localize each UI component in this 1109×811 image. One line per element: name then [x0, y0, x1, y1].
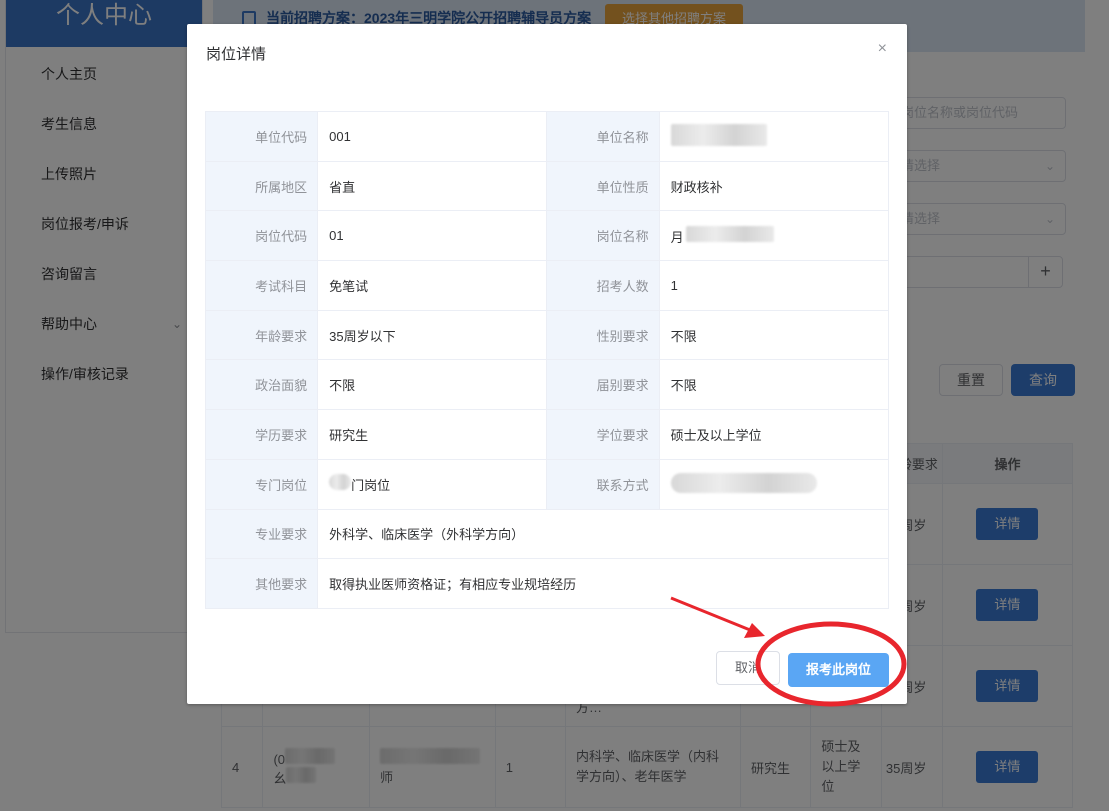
detail-row: 专业要求 外科学、临床医学（外科学方向） [204, 508, 889, 560]
field-label: 其他要求 [204, 558, 319, 609]
field-value: 35周岁以下 [317, 309, 548, 361]
field-label: 学历要求 [204, 409, 319, 460]
redacted-block [685, 225, 774, 242]
detail-row: 专门岗位 门岗位 联系方式 [204, 458, 890, 510]
redacted-block [329, 474, 352, 491]
position-detail-dialog: 岗位详情 × 单位代码 001 单位名称 所属地区 省直 单位性质 财政核补 岗… [187, 24, 907, 704]
detail-row: 岗位代码 01 岗位名称 月 [204, 210, 890, 262]
field-label: 考试科目 [204, 260, 319, 311]
field-value: 省直 [317, 160, 548, 212]
field-value: 外科学、临床医学（外科学方向） [317, 508, 889, 560]
field-label: 学位要求 [546, 409, 660, 460]
field-label: 单位性质 [546, 160, 660, 212]
field-value: 硕士及以上学位 [658, 409, 890, 460]
cancel-button[interactable]: 取消 [716, 651, 780, 685]
field-value: 1 [658, 260, 890, 311]
field-label: 所属地区 [204, 160, 319, 212]
field-label: 届别要求 [546, 359, 660, 411]
field-value: 取得执业医师资格证；有相应专业规培经历 [317, 558, 889, 609]
close-icon[interactable]: × [878, 40, 887, 58]
redacted-block [670, 472, 817, 493]
field-value: 不限 [658, 309, 890, 361]
field-label: 专门岗位 [204, 458, 319, 510]
field-value [658, 111, 890, 162]
field-value: 001 [317, 111, 548, 162]
field-label: 联系方式 [546, 458, 660, 510]
detail-row: 政治面貌 不限 届别要求 不限 [204, 359, 890, 411]
detail-row: 其他要求 取得执业医师资格证；有相应专业规培经历 [204, 558, 889, 609]
field-value: 免笔试 [317, 260, 548, 311]
field-value: 不限 [317, 359, 548, 411]
field-value: 财政核补 [658, 160, 890, 212]
detail-row: 单位代码 001 单位名称 [204, 111, 890, 162]
field-label: 招考人数 [546, 260, 660, 311]
field-value: 不限 [658, 359, 890, 411]
field-value: 01 [317, 210, 548, 262]
field-label: 单位名称 [546, 111, 660, 162]
field-value: 研究生 [317, 409, 548, 460]
field-value: 门岗位 [317, 458, 548, 510]
dialog-title: 岗位详情 [206, 46, 267, 63]
field-label: 单位代码 [204, 111, 319, 162]
detail-row: 学历要求 研究生 学位要求 硕士及以上学位 [204, 409, 890, 460]
field-label: 岗位代码 [204, 210, 319, 262]
detail-table: 单位代码 001 单位名称 所属地区 省直 单位性质 财政核补 岗位代码 01 … [204, 111, 890, 609]
apply-position-button[interactable]: 报考此岗位 [788, 653, 889, 687]
field-label: 岗位名称 [546, 210, 660, 262]
field-value [658, 458, 890, 510]
special-post-fragment: 门岗位 [351, 478, 391, 494]
detail-row: 考试科目 免笔试 招考人数 1 [204, 260, 890, 311]
field-label: 性别要求 [546, 309, 660, 361]
field-value: 月 [658, 210, 890, 262]
detail-row: 所属地区 省直 单位性质 财政核补 [204, 160, 890, 212]
field-label: 年龄要求 [204, 309, 319, 361]
redacted-block [670, 123, 767, 146]
detail-row: 年龄要求 35周岁以下 性别要求 不限 [204, 309, 890, 361]
position-name-fragment: 月 [670, 229, 684, 245]
field-label: 专业要求 [204, 508, 319, 560]
field-label: 政治面貌 [204, 359, 319, 411]
